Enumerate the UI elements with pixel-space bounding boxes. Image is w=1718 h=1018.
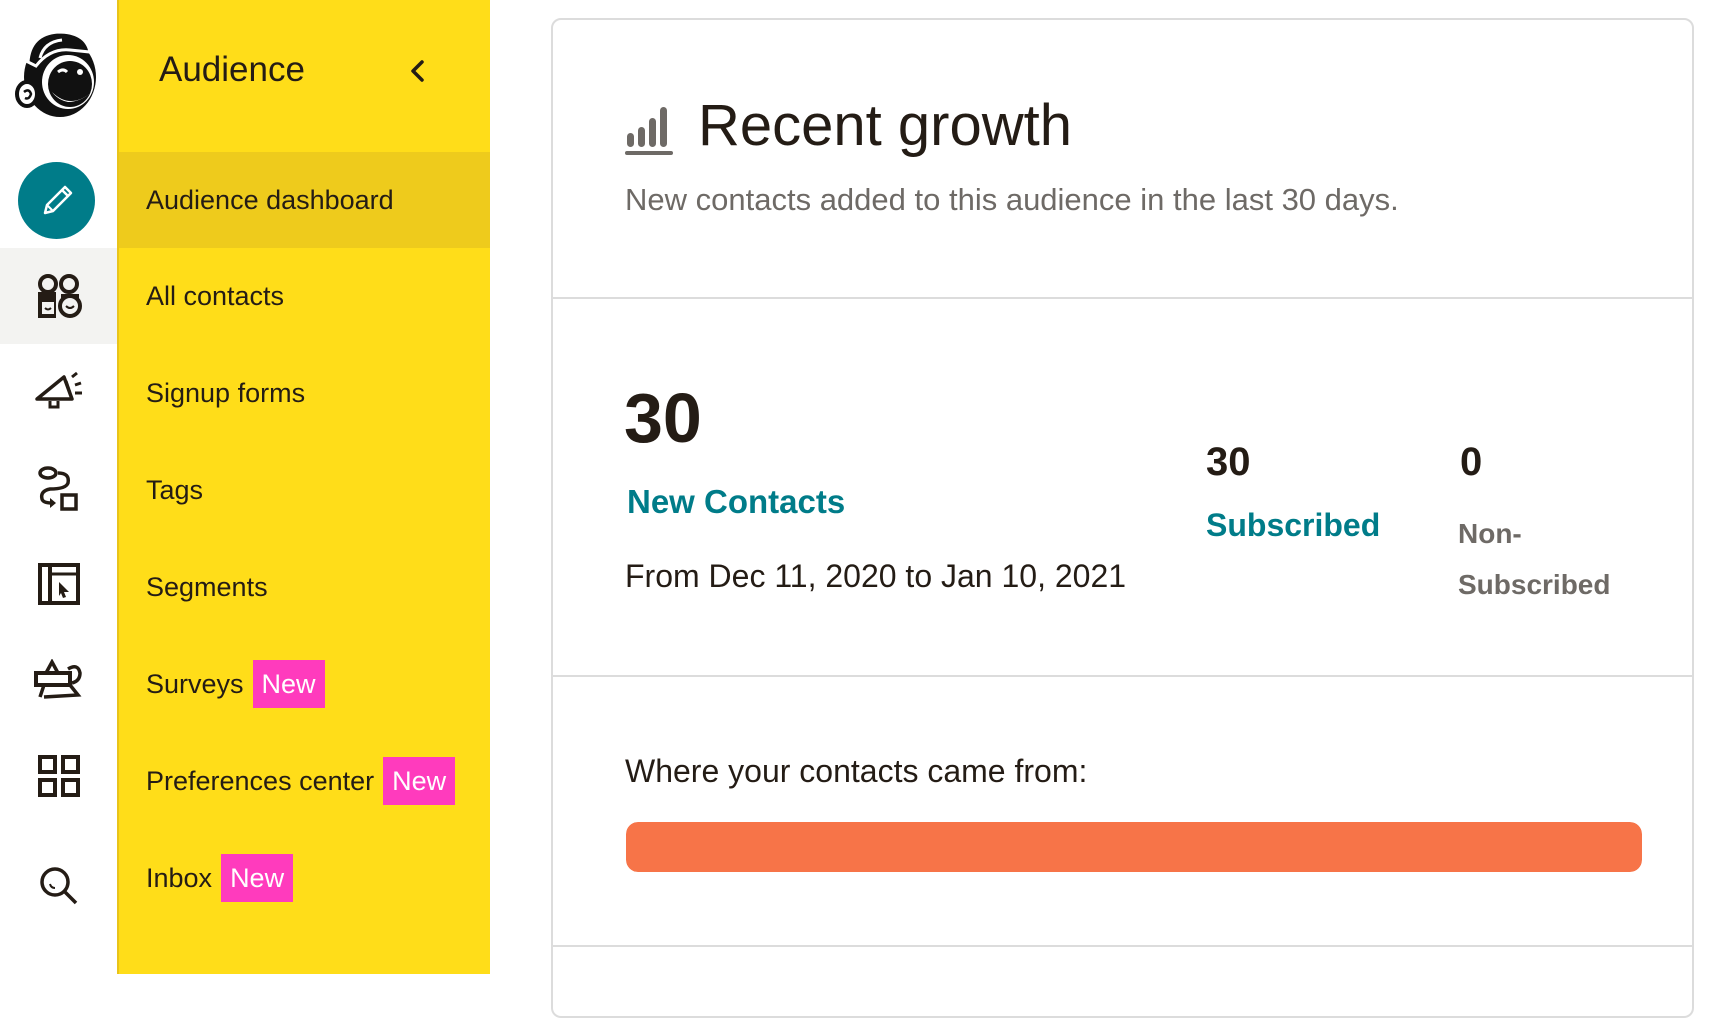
grid-icon <box>37 755 80 797</box>
nav-item-segments[interactable]: Segments <box>119 539 490 635</box>
content-studio-icon <box>33 659 82 699</box>
section-divider <box>551 297 1694 299</box>
website-icon <box>37 563 80 605</box>
new-badge: New <box>221 854 294 902</box>
nav-item-label: Inbox <box>146 862 213 893</box>
nav-item-tags[interactable]: Tags <box>119 442 490 538</box>
card-subtitle: New contacts added to this audience in t… <box>625 182 1399 217</box>
megaphone-icon <box>34 371 82 409</box>
audience-nav: Audience Audience dashboard All contacts… <box>117 0 490 974</box>
section-divider <box>551 945 1694 947</box>
icon-rail <box>0 0 117 974</box>
sources-label: Where your contacts came from: <box>625 753 1088 789</box>
nav-item-inbox[interactable]: Inbox New <box>119 830 490 926</box>
rail-item-audience[interactable] <box>0 248 117 344</box>
nav-item-audience-dashboard[interactable]: Audience dashboard <box>119 152 490 248</box>
section-divider <box>551 675 1694 677</box>
rail-item-automations[interactable] <box>0 440 117 536</box>
new-contacts-link[interactable]: New Contacts <box>627 483 845 521</box>
nav-item-surveys[interactable]: Surveys New <box>119 636 490 732</box>
rail-item-content[interactable] <box>0 632 117 728</box>
rail-item-campaigns[interactable] <box>0 344 117 440</box>
search-icon <box>39 867 77 905</box>
card-title: Recent growth <box>698 93 1072 158</box>
new-contacts-count: 30 <box>624 379 702 457</box>
pencil-icon <box>43 185 72 214</box>
nav-item-label: All contacts <box>146 280 285 311</box>
source-segment[interactable] <box>626 822 1642 872</box>
subscribed-link[interactable]: Subscribed <box>1206 507 1380 544</box>
subscribed-count: 30 <box>1206 440 1251 484</box>
nav-item-preferences-center[interactable]: Preferences center New <box>119 733 490 829</box>
bar-chart-icon <box>625 107 673 155</box>
nav-header: Audience <box>159 50 305 89</box>
sources-bar[interactable] <box>626 822 1642 872</box>
nav-item-all-contacts[interactable]: All contacts <box>119 248 490 344</box>
rail-item-website[interactable] <box>0 536 117 632</box>
rail-item-search[interactable] <box>0 838 117 934</box>
nav-item-label: Tags <box>146 474 204 505</box>
mailchimp-logo-icon[interactable] <box>10 22 104 122</box>
new-badge: New <box>252 660 325 708</box>
automations-icon <box>37 466 78 511</box>
nav-item-label: Preferences center <box>146 765 375 796</box>
nav-item-label: Audience dashboard <box>146 184 394 215</box>
nav-item-label: Segments <box>146 571 268 602</box>
create-button[interactable] <box>18 162 95 239</box>
non-subscribed-label-line1: Non- <box>1458 518 1522 549</box>
non-subscribed-label-line2: Subscribed <box>1458 569 1611 600</box>
non-subscribed-label: Non- Subscribed <box>1458 508 1658 610</box>
new-badge: New <box>383 757 456 805</box>
nav-item-label: Signup forms <box>146 377 306 408</box>
rail-item-integrations[interactable] <box>0 728 117 824</box>
nav-item-signup-forms[interactable]: Signup forms <box>119 345 490 441</box>
nav-item-label: Surveys <box>146 668 244 699</box>
non-subscribed-count: 0 <box>1460 440 1483 484</box>
date-range: From Dec 11, 2020 to Jan 10, 2021 <box>625 558 1127 594</box>
chevron-left-icon[interactable] <box>401 54 435 88</box>
audience-icon <box>37 274 82 318</box>
